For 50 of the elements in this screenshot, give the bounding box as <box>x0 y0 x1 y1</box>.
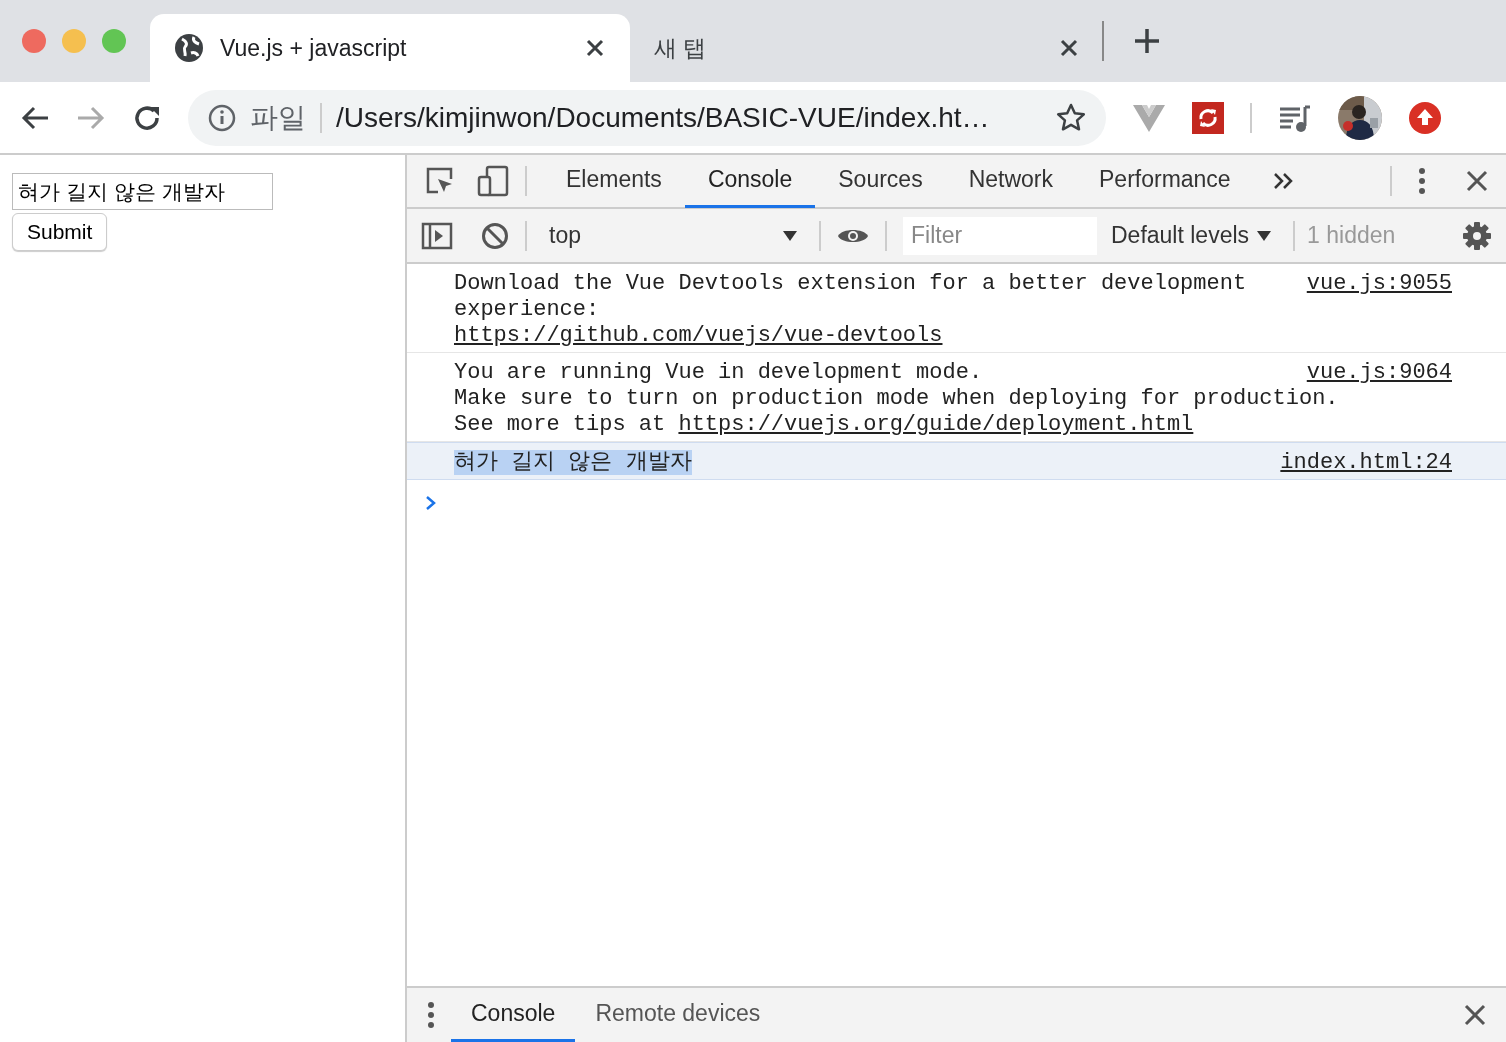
avatar-button[interactable] <box>1338 95 1382 140</box>
context-dropdown[interactable]: top <box>543 218 803 253</box>
url-text: /Users/kimjinwon/Documents/BASIC-VUE/index.ht… <box>336 100 991 135</box>
selected-text: 혀가 길지 않은 개발자 <box>454 450 692 475</box>
close-icon[interactable] <box>584 37 606 59</box>
address-bar[interactable]: 파일 /Users/kimjinwon/Documents/BASIC-VUE/index.ht… <box>188 89 1106 146</box>
sidebar-toggle-icon[interactable] <box>421 221 453 250</box>
prompt-chevron-icon <box>425 494 437 511</box>
hidden-count: 1 hidden <box>1307 221 1396 251</box>
filter-field[interactable]: Filter <box>903 216 1097 255</box>
caret-icon <box>783 229 797 242</box>
submit-button[interactable]: Submit <box>12 213 108 251</box>
close-icon[interactable] <box>1464 1004 1486 1026</box>
devtools-tab[interactable]: Performance <box>1076 154 1254 208</box>
message-text: experience: <box>454 297 600 322</box>
kebab-menu-icon[interactable] <box>1418 167 1426 195</box>
message-link[interactable]: https://github.com/vuejs/vue-devtools <box>454 323 943 348</box>
upload-icon[interactable] <box>1408 100 1442 135</box>
back-button[interactable] <box>20 104 50 131</box>
star-icon[interactable] <box>1056 102 1086 133</box>
close-icon[interactable] <box>1466 170 1488 192</box>
levels-dropdown[interactable]: Default levels <box>1105 218 1278 253</box>
browser-tab[interactable]: 새 탭 <box>630 14 1102 82</box>
settings-icon[interactable] <box>1462 220 1492 251</box>
devtools-tab[interactable]: Elements <box>543 154 685 208</box>
text-input[interactable]: 혀가 길지 않은 개발자 <box>12 173 273 210</box>
browser-tab[interactable]: Vue.js + javascript <box>150 14 630 82</box>
source-link[interactable]: vue.js:9064 <box>1306 360 1452 386</box>
inspect-icon[interactable] <box>425 166 455 196</box>
caret-icon <box>1257 229 1272 242</box>
kebab-menu-icon[interactable] <box>427 1001 435 1029</box>
source-link[interactable]: index.html:24 <box>1280 450 1452 476</box>
message-text: See more tips at <box>454 412 667 437</box>
new-tab-button[interactable] <box>1132 26 1162 56</box>
sync-extension-icon[interactable] <box>1192 101 1224 134</box>
info-icon <box>208 103 236 132</box>
devtools-tab[interactable]: Sources <box>815 154 946 208</box>
close-icon[interactable] <box>1058 37 1080 59</box>
devtools-tab[interactable]: Network <box>945 154 1076 208</box>
drawer-tab[interactable]: Console <box>451 988 576 1042</box>
globe-icon <box>174 33 204 63</box>
message-text: Make sure to turn on production mode when deploying for production. <box>454 386 1339 411</box>
scheme-label: 파일 <box>250 100 306 135</box>
message-text: Download the Vue Devtools extension for a better development <box>454 271 1247 296</box>
message-link[interactable]: https://vuejs.org/guide/deployment.html <box>678 412 1194 437</box>
message-text: You are running Vue in development mode. <box>454 360 983 385</box>
source-link[interactable]: vue.js:9055 <box>1306 271 1452 297</box>
device-toolbar-icon[interactable] <box>477 165 509 197</box>
clear-console-icon[interactable] <box>481 221 509 250</box>
drawer-tab[interactable]: Remote devices <box>575 988 781 1042</box>
